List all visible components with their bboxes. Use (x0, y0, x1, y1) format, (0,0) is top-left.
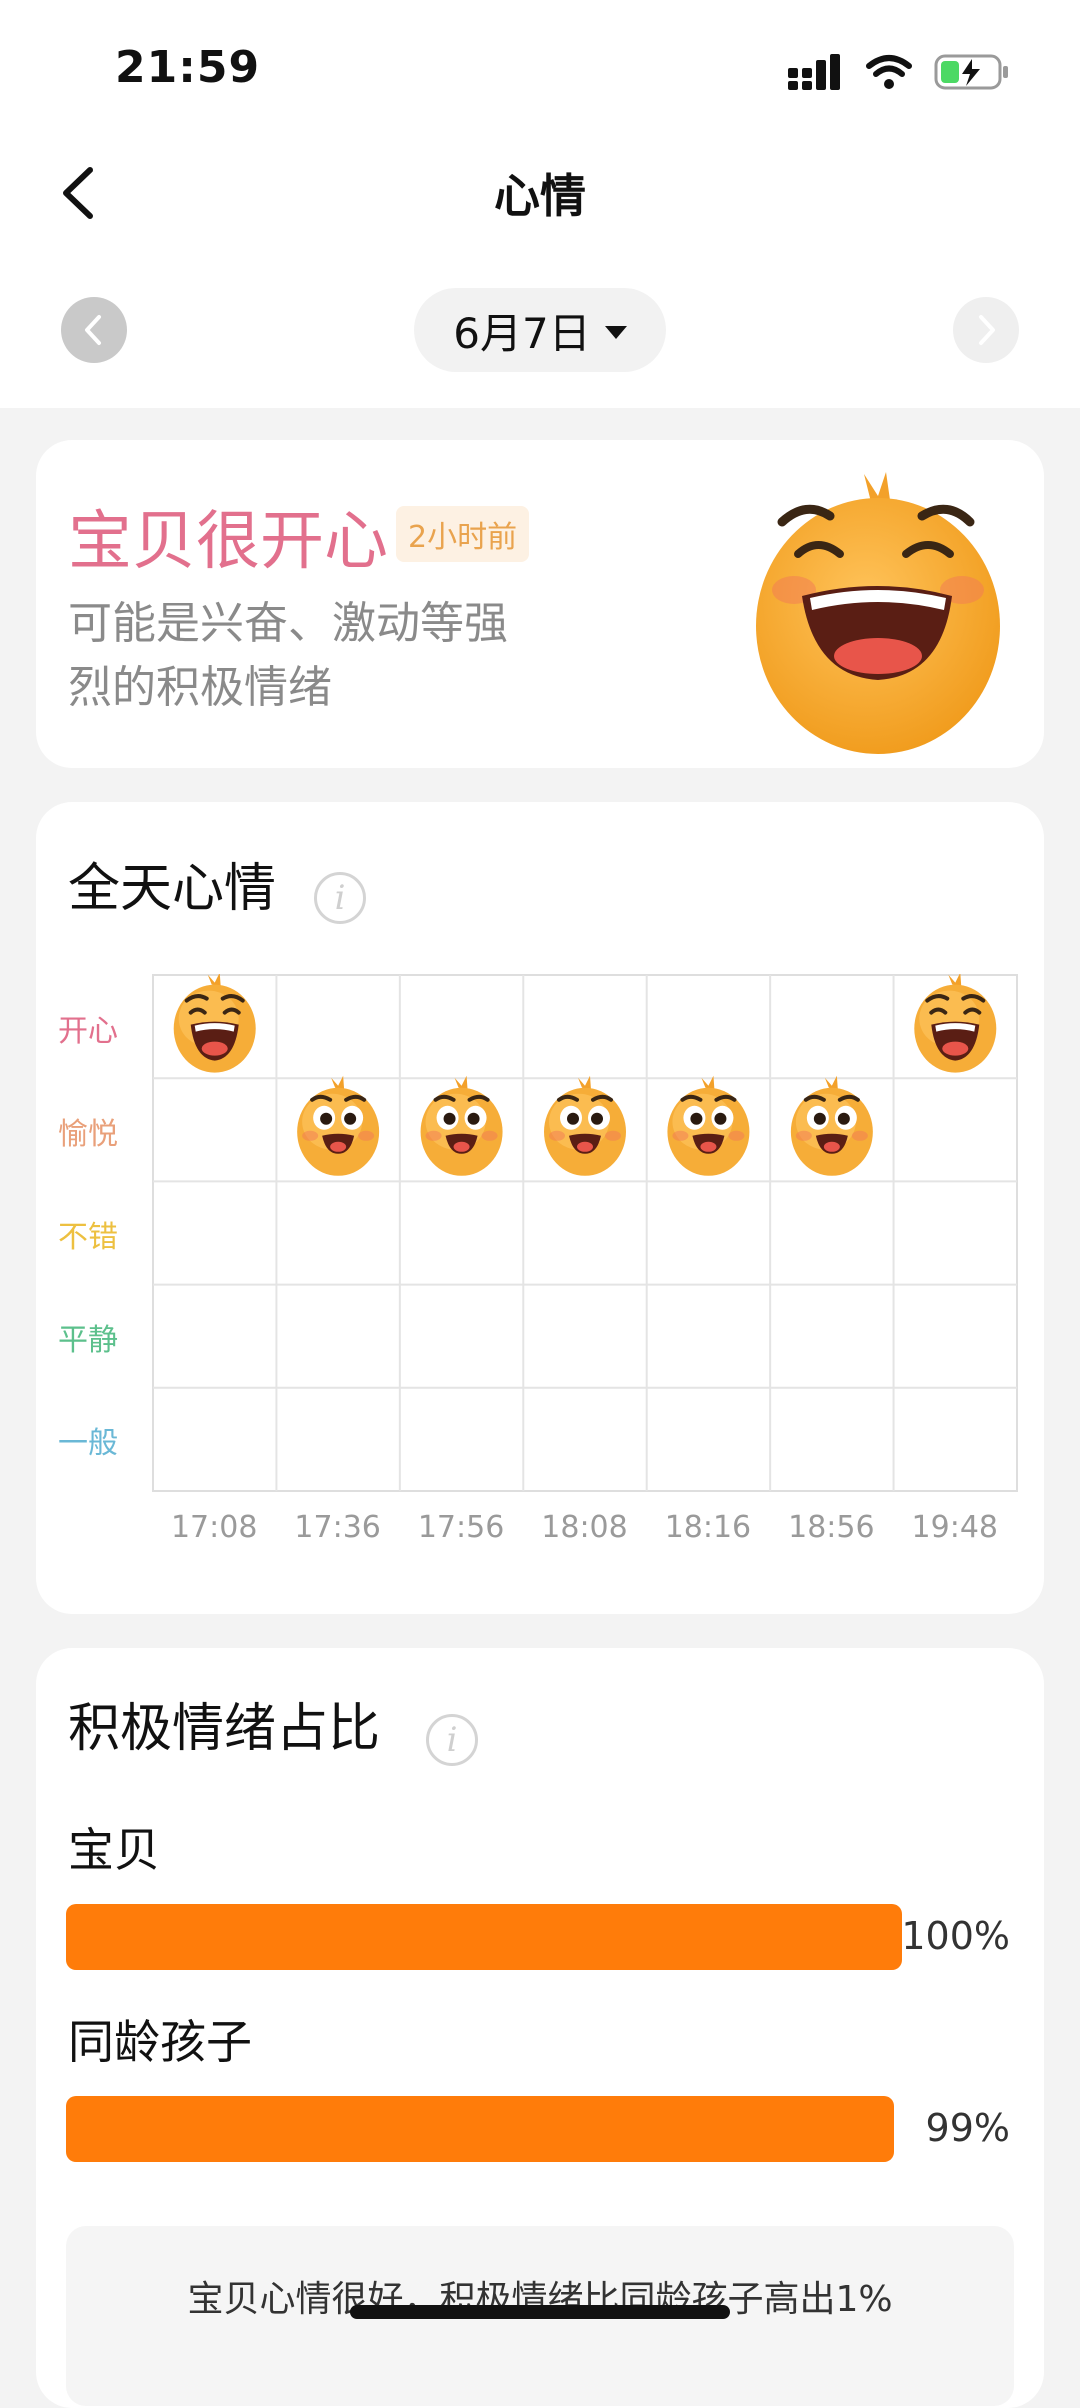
mood-level-label: 愉悦 (58, 1116, 118, 1152)
status-time: 21:59 (115, 42, 261, 93)
previous-day-button[interactable] (61, 297, 127, 363)
wifi-icon (866, 55, 912, 89)
joyful-face-icon (297, 1075, 380, 1176)
mood-level-label: 开心 (58, 1013, 118, 1049)
caret-down-icon (604, 325, 627, 339)
current-mood-card: 宝贝很开心 2小时前 可能是兴奋、激动等强烈的积极情绪 (36, 440, 1044, 768)
peer-bar-fill (66, 2096, 894, 2162)
baby-bar-fill (66, 1904, 902, 1970)
time-tick: 19:48 (911, 1510, 999, 1545)
info-icon[interactable]: i (426, 1714, 478, 1766)
mood-description: 可能是兴奋、激动等强烈的积极情绪 (68, 598, 508, 713)
chevron-right-icon (979, 315, 995, 345)
time-tick: 18:16 (664, 1510, 752, 1545)
date-selector[interactable]: 6月7日 (414, 288, 666, 372)
time-tick: 18:56 (788, 1510, 875, 1545)
time-tick: 17:36 (294, 1510, 381, 1545)
mood-level-label: 不错 (58, 1220, 118, 1255)
chevron-left-icon (85, 315, 101, 345)
cellular-signal-icon (788, 54, 840, 90)
joyful-face-icon (420, 1075, 503, 1176)
day-mood-card: 全天心情 i 开心愉悦不错平静一般 17:08 17:36 17:56 18:08 18… (36, 802, 1044, 1614)
time-tick: 17:56 (417, 1510, 505, 1545)
next-day-button[interactable] (953, 297, 1019, 363)
happy-face-icon (914, 974, 997, 1073)
page-title: 心情 (494, 169, 586, 223)
mood-title: 宝贝很开心 (68, 505, 388, 579)
mood-time-badge: 2小时前 (396, 506, 530, 562)
header-area: 21:59 心情 6月7日 (0, 0, 1080, 408)
mood-level-label: 平静 (58, 1323, 118, 1359)
home-indicator (350, 2305, 730, 2319)
date-label: 6月7日 (453, 308, 591, 358)
time-tick: 18:08 (541, 1510, 628, 1545)
positive-ratio-card: 积极情绪占比 i 宝贝 100% 同龄孩子 99% 宝贝心情很好，积极情绪比同龄… (36, 1648, 1044, 2408)
baby-bar-track (66, 1904, 906, 1970)
mood-grid-lines (152, 974, 1018, 1492)
positive-ratio-title: 积极情绪占比 (68, 1699, 381, 1759)
time-tick: 17:08 (170, 1510, 258, 1545)
joyful-face-icon (790, 1075, 873, 1176)
peer-bar-track (66, 2096, 906, 2162)
mood-level-label: 一般 (58, 1426, 118, 1462)
info-icon[interactable]: i (314, 872, 366, 924)
happy-face-icon (756, 472, 1000, 754)
day-mood-title: 全天心情 (68, 859, 277, 919)
joyful-face-icon (544, 1075, 626, 1176)
battery-charging-icon (934, 54, 1008, 90)
joyful-face-icon (667, 1075, 750, 1176)
baby-bar-label: 宝贝 (68, 1823, 160, 1877)
happy-face-icon (173, 974, 256, 1073)
grid-border (152, 974, 1018, 1492)
peer-bar-percent: 99% (925, 2106, 1010, 2150)
peer-bar-label: 同龄孩子 (68, 2015, 252, 2069)
baby-bar-percent: 100% (901, 1914, 1010, 1958)
status-icons (788, 52, 1010, 92)
